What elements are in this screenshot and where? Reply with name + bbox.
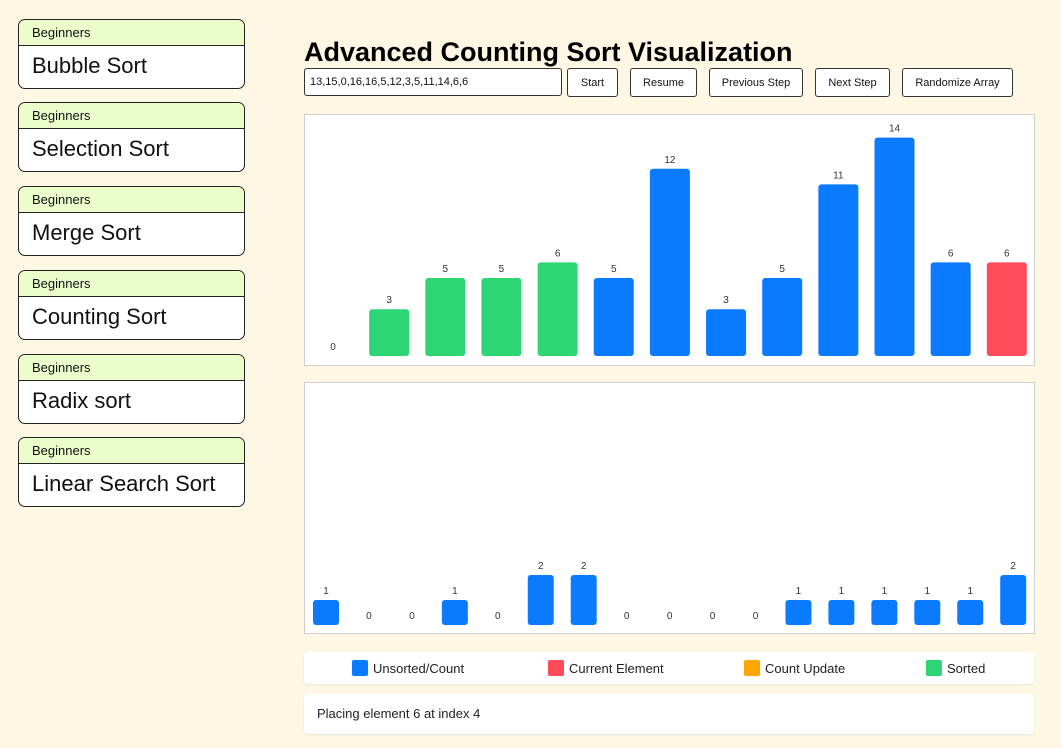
- array-bar-label: 3: [723, 295, 729, 306]
- array-bar: [930, 262, 971, 356]
- legend-label: Unsorted/Count: [373, 661, 465, 676]
- sidebar-item-bubble-sort[interactable]: Beginners Bubble Sort: [18, 19, 245, 89]
- sidebar-item-counting-sort[interactable]: Beginners Counting Sort: [18, 270, 245, 340]
- sidebar-item-merge-sort[interactable]: Beginners Merge Sort: [18, 186, 245, 256]
- count-bar: [828, 600, 855, 625]
- array-bar: [369, 309, 410, 356]
- count-bar-label: 0: [409, 611, 415, 622]
- legend-swatch: [548, 660, 564, 676]
- array-bar-label: 6: [948, 248, 954, 259]
- array-bar: [481, 278, 522, 356]
- count-bar: [957, 600, 984, 625]
- array-bar: [762, 278, 803, 356]
- sidebar-item-label: Counting Sort: [32, 304, 167, 329]
- previous-step-button[interactable]: Previous Step: [709, 68, 803, 97]
- legend-swatch: [744, 660, 760, 676]
- count-bar-label: 1: [452, 586, 458, 597]
- array-bar: [593, 278, 634, 356]
- start-button[interactable]: Start: [567, 68, 618, 97]
- next-step-button[interactable]: Next Step: [815, 68, 890, 97]
- count-bar-label: 1: [882, 586, 888, 597]
- count-bar-label: 0: [624, 611, 630, 622]
- array-bar-label: 5: [443, 264, 449, 275]
- sidebar-item-label: Linear Search Sort: [32, 471, 216, 496]
- count-bar-label: 1: [796, 586, 802, 597]
- count-bar: [785, 600, 812, 625]
- count-bar-label: 1: [925, 586, 931, 597]
- count-bar-label: 0: [366, 611, 372, 622]
- array-bar: [874, 137, 915, 356]
- array-input[interactable]: [304, 68, 562, 96]
- count-bar-label: 1: [839, 586, 845, 597]
- sidebar-item-linear-search-sort[interactable]: Beginners Linear Search Sort: [18, 437, 245, 507]
- legend: Unsorted/Count Current Element Count Upd…: [304, 652, 1034, 684]
- page-title: Advanced Counting Sort Visualization: [304, 37, 793, 67]
- array-bar-label: 6: [1004, 248, 1010, 259]
- array-chart-panel: 0 3 5 5 6 5 12 3 5 11 14 6 6: [304, 114, 1035, 366]
- count-bar: [527, 575, 554, 625]
- array-bar: [986, 262, 1027, 356]
- count-bar-label: 0: [667, 611, 673, 622]
- array-bar: [649, 168, 690, 356]
- array-bar-label: 5: [611, 264, 617, 275]
- array-bar-label: 0: [330, 342, 336, 353]
- count-bar: [1000, 575, 1027, 625]
- count-bar: [871, 600, 898, 625]
- level-tag: Beginners: [19, 187, 244, 213]
- legend-swatch: [352, 660, 368, 676]
- array-bar-label: 3: [386, 295, 392, 306]
- array-bar-label: 11: [833, 170, 844, 181]
- sidebar-item-label: Selection Sort: [32, 136, 169, 161]
- count-bar-label: 2: [1010, 561, 1016, 572]
- count-bar-label: 2: [581, 561, 587, 572]
- array-bar: [818, 184, 859, 356]
- resume-button[interactable]: Resume: [630, 68, 697, 97]
- level-tag: Beginners: [19, 20, 244, 46]
- legend-label: Count Update: [765, 661, 846, 676]
- sidebar-item-label: Radix sort: [32, 388, 132, 413]
- count-bar-label: 1: [323, 586, 329, 597]
- count-chart-panel: 1 0 0 1 0 2 2 0 0 0 0 1 1 1 1 1 2: [304, 382, 1035, 634]
- count-bar-label: 1: [967, 586, 973, 597]
- sidebar-item-radix-sort[interactable]: Beginners Radix sort: [18, 354, 245, 424]
- level-tag: Beginners: [19, 271, 244, 297]
- sidebar-item-label: Merge Sort: [32, 220, 141, 245]
- count-bar-label: 0: [753, 611, 759, 622]
- array-bar: [706, 309, 747, 356]
- count-bar-label: 0: [495, 611, 501, 622]
- array-bar-label: 12: [664, 155, 676, 166]
- sidebar-item-label: Bubble Sort: [32, 53, 147, 78]
- count-bar: [313, 600, 339, 625]
- array-bar-label: 5: [499, 264, 505, 275]
- array-bar-label: 14: [889, 124, 901, 135]
- count-bar-chart: 1 0 0 1 0 2 2 0 0 0 0 1 1 1 1 1 2: [313, 561, 1027, 625]
- legend-swatch: [926, 660, 942, 676]
- status-message: Placing element 6 at index 4: [304, 694, 1034, 734]
- level-tag: Beginners: [19, 103, 244, 129]
- array-bar: [537, 262, 578, 356]
- count-bar-label: 0: [710, 611, 716, 622]
- legend-label: Current Element: [569, 661, 664, 676]
- legend-label: Sorted: [947, 661, 986, 676]
- count-bar-label: 2: [538, 561, 544, 572]
- level-tag: Beginners: [19, 438, 244, 464]
- array-bar-chart: 0 3 5 5 6 5 12 3 5 11 14 6 6: [330, 124, 1027, 356]
- count-bar: [914, 600, 941, 625]
- count-bar: [570, 575, 597, 625]
- count-bar: [441, 600, 468, 625]
- array-bar: [425, 278, 466, 356]
- level-tag: Beginners: [19, 355, 244, 381]
- array-bar-label: 6: [555, 248, 561, 259]
- array-bar-label: 5: [779, 264, 785, 275]
- sidebar-item-selection-sort[interactable]: Beginners Selection Sort: [18, 102, 245, 172]
- randomize-array-button[interactable]: Randomize Array: [902, 68, 1013, 97]
